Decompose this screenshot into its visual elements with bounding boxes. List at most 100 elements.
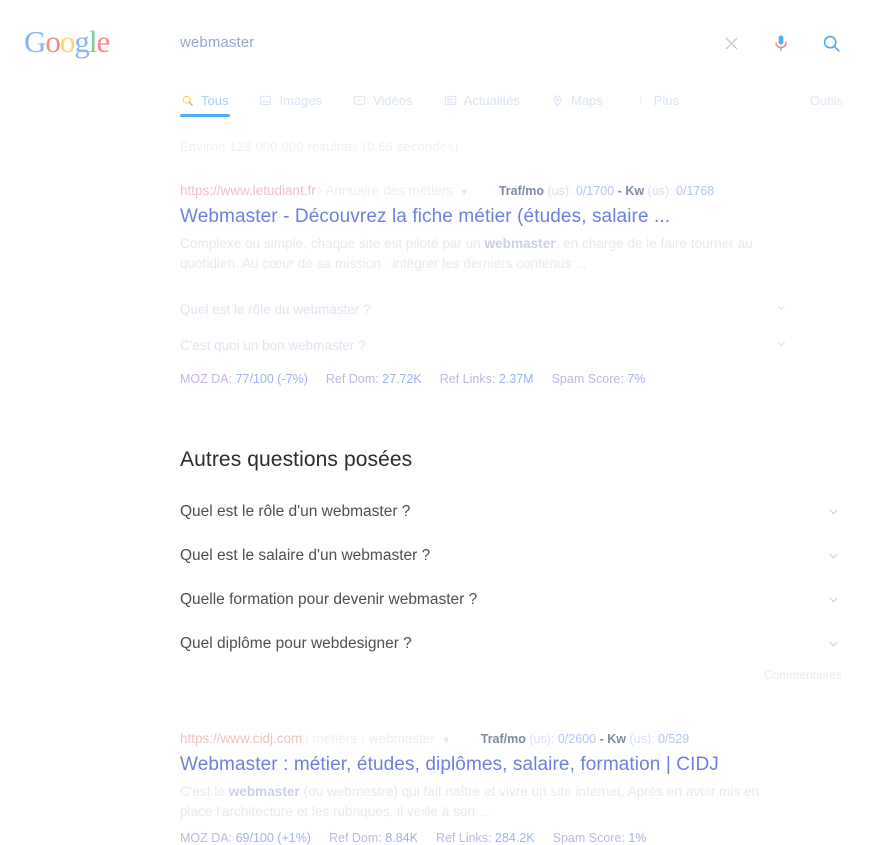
moz-metric: Ref Dom: 27.72K <box>326 372 422 386</box>
inline-question[interactable]: C'est quoi un bon webmaster ? <box>180 327 788 363</box>
result-snippet: Complexe ou simple, chaque site est pilo… <box>180 234 772 274</box>
google-logo[interactable]: Google <box>24 24 111 59</box>
tab-videos[interactable]: Vidéos <box>352 84 413 116</box>
result-url[interactable]: https://www.cidj.com <box>180 730 302 748</box>
logo-letter-g2: g <box>74 24 89 59</box>
search-input[interactable] <box>180 26 700 60</box>
chevron-down-icon[interactable] <box>775 337 788 353</box>
traf-value: 0/2600 <box>557 732 597 746</box>
traf-scope: (us): <box>529 732 555 746</box>
tab-maps[interactable]: Maps <box>550 84 603 116</box>
result-title-link[interactable]: Webmaster : métier, études, diplômes, sa… <box>180 752 848 778</box>
moz-value: 8.84K <box>385 831 418 845</box>
chevron-down-icon[interactable] <box>826 504 841 521</box>
result-url-row: https://www.cidj.com › metiers › webmast… <box>180 730 848 749</box>
moz-metric: Spam Score: 1% <box>553 831 647 845</box>
result-breadcrumb: › metiers › webmaster <box>304 731 435 746</box>
paa-question-label: Quelle formation pour devenir webmaster … <box>180 591 478 608</box>
kw-value: 0/1768 <box>676 184 715 198</box>
result-menu-caret-icon[interactable]: ▼ <box>460 183 469 201</box>
paa-question-label: Quel est le rôle d'un webmaster ? <box>180 503 411 520</box>
snippet-highlight: webmaster <box>484 236 556 251</box>
tab-label: Maps <box>571 92 603 108</box>
paa-item[interactable]: Quel est le rôle d'un webmaster ? <box>180 490 848 534</box>
kw-label: Kw <box>625 184 645 198</box>
moz-metric: Ref Links: 2.37M <box>440 372 534 386</box>
moz-label: Ref Dom: <box>328 831 382 845</box>
moz-value: 2.37M <box>498 372 534 386</box>
paa-list: Quel est le rôle d'un webmaster ? Quel e… <box>180 490 848 666</box>
inline-question-label: Quel est le rôle du webmaster ? <box>180 301 371 317</box>
more-vertical-icon <box>633 93 648 108</box>
search-header: Google <box>0 0 888 78</box>
moz-metrics-row: MOZ DA: 69/100 (+1%) Ref Dom: 8.84K Ref … <box>180 831 848 845</box>
chevron-down-icon[interactable] <box>826 548 841 565</box>
traf-sep: - <box>617 184 622 198</box>
tab-label: Vidéos <box>373 92 413 108</box>
tools-button[interactable]: Outils <box>810 93 843 108</box>
tab-label: Actualités <box>463 92 520 108</box>
logo-letter-o1: o <box>45 24 60 59</box>
result-title-link[interactable]: Webmaster - Découvrez la fiche métier (é… <box>180 204 848 230</box>
moz-value: 284.2K <box>495 831 535 845</box>
moz-value: 27.72K <box>382 372 422 386</box>
result-stats: Environ 123 000 000 résultats (0,66 seco… <box>180 139 459 154</box>
paa-feedback-link[interactable]: Commentaires <box>180 668 848 682</box>
paa-item[interactable]: Quel est le salaire d'un webmaster ? <box>180 534 848 578</box>
traf-sep: - <box>599 732 604 746</box>
search-results-container: Environ 123 000 000 résultats (0,66 seco… <box>0 139 888 845</box>
tab-tous[interactable]: Tous <box>180 84 228 116</box>
image-icon <box>258 93 273 108</box>
moz-label: MOZ DA: <box>180 831 233 845</box>
moz-value: 69/100 (+1%) <box>235 831 311 845</box>
logo-letter-e: e <box>96 24 111 59</box>
tab-label: Plus <box>653 92 680 108</box>
kw-label: Kw <box>607 732 626 746</box>
chevron-down-icon[interactable] <box>826 636 841 653</box>
search-actions <box>719 26 843 60</box>
moz-metric: Spam Score: 7% <box>552 372 646 386</box>
active-tab-underline <box>180 114 230 117</box>
microphone-icon[interactable] <box>769 31 793 55</box>
traf-label: Traf/mo <box>498 184 544 198</box>
paa-item[interactable]: Quel diplôme pour webdesigner ? <box>180 622 848 666</box>
tab-plus[interactable]: Plus <box>633 84 679 116</box>
paa-heading: Autres questions posées <box>180 448 413 471</box>
search-icon <box>180 93 195 108</box>
moz-value: 7% <box>627 372 646 386</box>
search-result-1: https://www.letudiant.fr › Annuaire des … <box>180 182 848 386</box>
people-also-ask-block: Autres questions posées Quel est le rôle… <box>180 446 848 682</box>
traf-value: 0/1700 <box>575 184 615 198</box>
logo-letter-g1: G <box>24 24 46 59</box>
seo-traffic-metrics: Traf/mo (us): 0/1700 - Kw (us): 0/1768 <box>499 182 714 200</box>
chevron-down-icon[interactable] <box>826 592 841 609</box>
result-url-row: https://www.letudiant.fr › Annuaire des … <box>180 182 848 201</box>
snippet-text: C'est le <box>180 784 229 799</box>
kw-scope: (us): <box>647 184 673 198</box>
paa-question-label: Quel est le salaire d'un webmaster ? <box>180 547 431 564</box>
search-bar <box>180 26 843 60</box>
tab-label: Tous <box>201 92 229 108</box>
moz-label: Ref Links: <box>439 372 496 386</box>
logo-letter-o2: o <box>59 24 75 59</box>
close-icon[interactable] <box>719 31 743 55</box>
search-icon[interactable] <box>819 31 843 55</box>
moz-label: MOZ DA: <box>180 372 233 386</box>
result-menu-caret-icon[interactable]: ▼ <box>442 731 451 749</box>
logo-letter-l: l <box>88 24 98 59</box>
news-icon <box>443 93 458 108</box>
moz-metric: Ref Dom: 8.84K <box>329 831 418 845</box>
moz-value: 77/100 (-7%) <box>235 372 308 386</box>
kw-scope: (us): <box>629 732 655 746</box>
kw-value: 0/529 <box>657 732 690 746</box>
moz-label: Spam Score: <box>552 831 625 845</box>
moz-label: Spam Score: <box>551 372 624 386</box>
result-url[interactable]: https://www.letudiant.fr <box>180 182 316 200</box>
chevron-down-icon[interactable] <box>775 301 788 317</box>
inline-question[interactable]: Quel est le rôle du webmaster ? <box>180 291 788 327</box>
paa-item[interactable]: Quelle formation pour devenir webmaster … <box>180 578 848 622</box>
tab-images[interactable]: Images <box>258 84 322 116</box>
search-result-2: https://www.cidj.com › metiers › webmast… <box>180 730 848 845</box>
traf-label: Traf/mo <box>480 732 526 746</box>
tab-actualites[interactable]: Actualités <box>443 84 520 116</box>
